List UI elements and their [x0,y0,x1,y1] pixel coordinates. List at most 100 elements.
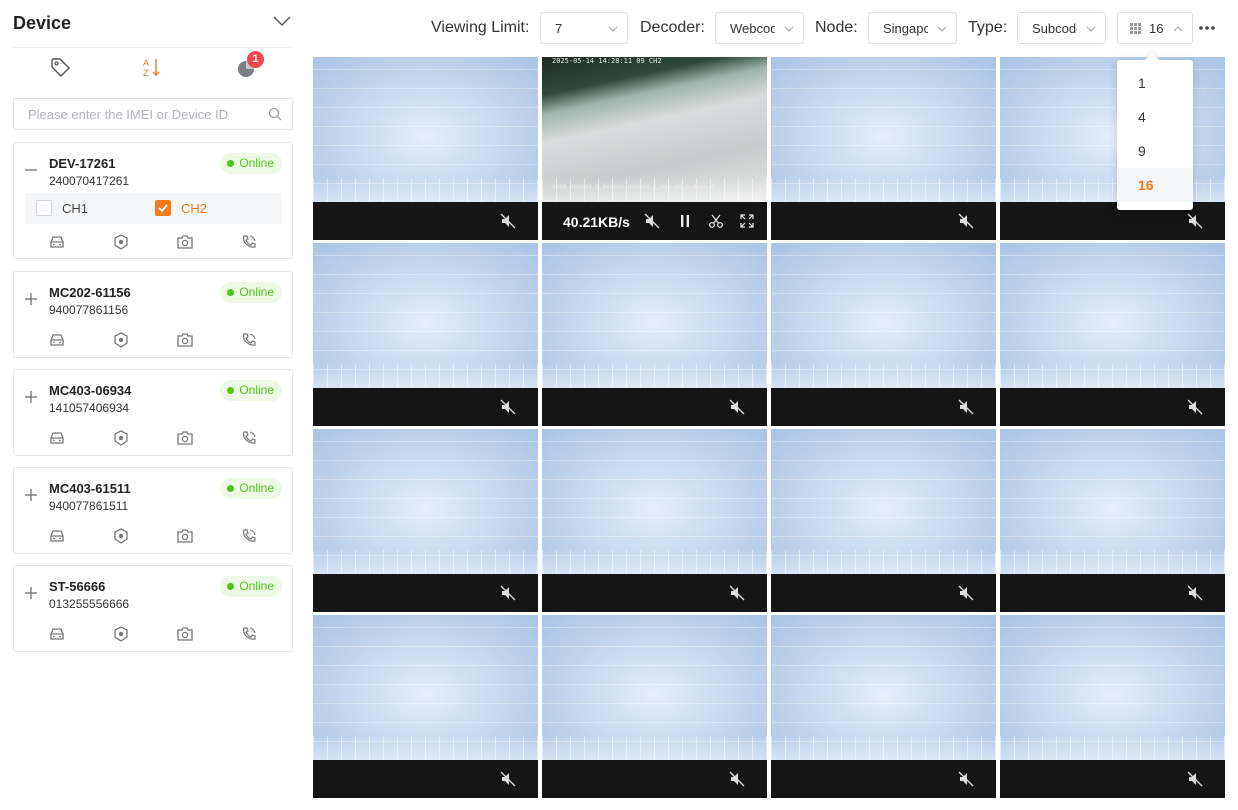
node-label: Node: [815,19,858,36]
video-controls [313,574,538,612]
fullscreen-icon[interactable] [739,213,755,229]
video-controls [313,760,538,798]
camera-icon[interactable] [176,233,194,251]
mute-icon[interactable] [644,213,660,229]
search-icon[interactable] [268,107,282,121]
grid-layout-select[interactable]: 16 [1117,12,1193,44]
camera-icon[interactable] [176,527,194,545]
pause-icon[interactable] [677,213,693,229]
grid-option-16[interactable]: 16 [1117,168,1193,202]
phone-call-icon[interactable] [240,625,258,643]
video-tile[interactable] [1000,615,1225,798]
video-placeholder [1000,615,1225,760]
ch1-label[interactable]: CH1 [62,201,88,216]
car-icon[interactable] [48,429,66,447]
mute-icon[interactable] [958,585,974,601]
device-card[interactable]: DEV-17261 240070417261 Online CH1 CH2 [13,142,293,259]
video-placeholder [313,615,538,760]
device-card[interactable]: MC202-61156 940077861156 Online [13,271,293,358]
mute-icon[interactable] [729,771,745,787]
video-tile[interactable] [1000,429,1225,612]
device-id: 013255556666 [49,597,130,611]
video-tile[interactable] [1000,243,1225,426]
mute-icon[interactable] [1187,771,1203,787]
video-placeholder [313,243,538,388]
video-controls [1000,574,1225,612]
bitrate-readout: 40.21KB/s [563,214,630,230]
video-placeholder [313,429,538,574]
mute-icon[interactable] [1187,213,1203,229]
mute-icon[interactable] [500,771,516,787]
video-tile[interactable] [542,615,767,798]
chevron-down-icon[interactable] [273,14,291,28]
viewing-limit-select[interactable]: 7 [540,12,628,44]
collapse-icon[interactable] [24,163,38,177]
device-card[interactable]: MC403-06934 141057406934 Online [13,369,293,456]
car-icon[interactable] [48,233,66,251]
device-id: 240070417261 [49,174,130,188]
device-search-input[interactable] [28,99,268,129]
phone-call-icon[interactable] [240,527,258,545]
mute-icon[interactable] [500,213,516,229]
ch2-label[interactable]: CH2 [181,201,207,216]
grid-option-4[interactable]: 4 [1117,100,1193,134]
video-tile[interactable] [313,429,538,612]
shield-icon[interactable] [112,429,130,447]
expand-icon[interactable] [24,488,38,502]
shield-icon[interactable] [112,331,130,349]
ch2-checkbox[interactable] [155,200,171,216]
video-tile[interactable] [771,57,996,240]
node-select[interactable]: Singapore [868,12,957,44]
video-tile[interactable] [771,243,996,426]
device-sidebar: Device A Z 1 Please enter the IMEI or De… [0,0,306,810]
sort-az-icon[interactable]: A Z [141,56,163,78]
video-tile[interactable] [313,57,538,240]
video-tile-live[interactable]: 2025-05-14 14:28:11 09 CH2 0000.000000,N… [542,57,767,240]
video-controls [313,202,538,240]
camera-icon[interactable] [176,429,194,447]
scissors-icon[interactable] [708,213,724,229]
mute-icon[interactable] [1187,399,1203,415]
phone-call-icon[interactable] [240,233,258,251]
shield-icon[interactable] [112,233,130,251]
more-icon[interactable] [1197,19,1217,37]
expand-icon[interactable] [24,390,38,404]
video-toolbar: Viewing Limit: 7 Decoder: Webcodecs Node… [306,0,1238,56]
video-tile[interactable] [771,429,996,612]
ch1-checkbox[interactable] [36,200,52,216]
car-icon[interactable] [48,527,66,545]
type-select[interactable]: Subcode [1017,12,1106,44]
device-card[interactable]: MC403-61511 940077861511 Online [13,467,293,554]
viewing-limit-label: Viewing Limit: [431,19,530,36]
camera-icon[interactable] [176,625,194,643]
mute-icon[interactable] [958,771,974,787]
decoder-select[interactable]: Webcodecs [715,12,804,44]
device-search [13,98,293,130]
shield-icon[interactable] [112,625,130,643]
expand-icon[interactable] [24,586,38,600]
device-actions [14,429,294,449]
grid-option-1[interactable]: 1 [1117,66,1193,100]
mute-icon[interactable] [500,399,516,415]
video-tile[interactable] [313,243,538,426]
video-tile[interactable] [313,615,538,798]
device-card[interactable]: ST-56666 013255556666 Online [13,565,293,652]
mute-icon[interactable] [1187,585,1203,601]
camera-icon[interactable] [176,331,194,349]
phone-call-icon[interactable] [240,429,258,447]
expand-icon[interactable] [24,292,38,306]
phone-call-icon[interactable] [240,331,258,349]
shield-icon[interactable] [112,527,130,545]
mute-icon[interactable] [958,213,974,229]
mute-icon[interactable] [958,399,974,415]
mute-icon[interactable] [500,585,516,601]
mute-icon[interactable] [729,585,745,601]
grid-option-9[interactable]: 9 [1117,134,1193,168]
mute-icon[interactable] [729,399,745,415]
tag-icon[interactable] [49,56,71,78]
car-icon[interactable] [48,331,66,349]
video-tile[interactable] [771,615,996,798]
car-icon[interactable] [48,625,66,643]
video-tile[interactable] [542,243,767,426]
video-tile[interactable] [542,429,767,612]
